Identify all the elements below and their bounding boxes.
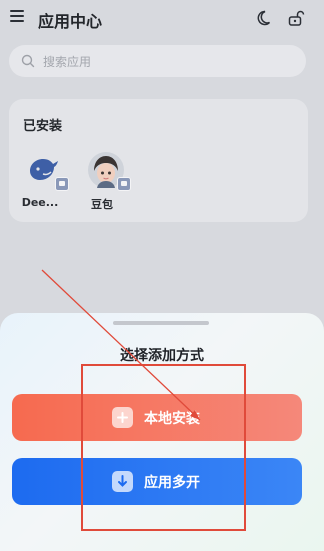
search-icon xyxy=(21,54,35,68)
top-bar: 应用中心 xyxy=(0,0,324,38)
sheet-title: 选择添加方式 xyxy=(120,348,204,364)
page-title: 应用中心 xyxy=(38,12,103,31)
local-install-button[interactable]: 本地安装 xyxy=(12,394,302,441)
clone-badge-icon xyxy=(117,177,131,191)
app-clone-button[interactable]: 应用多开 xyxy=(12,458,302,505)
app-item-deepseek[interactable]: Dee... xyxy=(17,151,77,219)
clone-badge-icon xyxy=(55,177,69,191)
installed-title: 已安装 xyxy=(23,119,63,134)
app-clone-label: 应用多开 xyxy=(144,475,200,491)
moon-icon[interactable] xyxy=(254,9,272,27)
plus-icon xyxy=(112,407,133,428)
app-item-doubao[interactable]: 豆包 xyxy=(79,151,139,219)
local-install-label: 本地安装 xyxy=(144,411,200,427)
menu-icon[interactable] xyxy=(10,10,24,22)
lock-open-icon[interactable] xyxy=(287,9,305,27)
search-input[interactable]: 搜索应用 xyxy=(9,45,306,77)
download-icon xyxy=(112,471,133,492)
add-method-bottom-sheet: 选择添加方式 本地安装 应用多开 xyxy=(0,313,324,551)
search-placeholder: 搜索应用 xyxy=(43,55,92,69)
app-label: Dee... xyxy=(21,196,59,209)
sheet-grabber[interactable] xyxy=(113,321,209,325)
app-label: 豆包 xyxy=(91,198,113,211)
installed-apps-card: 已安装 Dee... 豆包 xyxy=(9,99,308,222)
